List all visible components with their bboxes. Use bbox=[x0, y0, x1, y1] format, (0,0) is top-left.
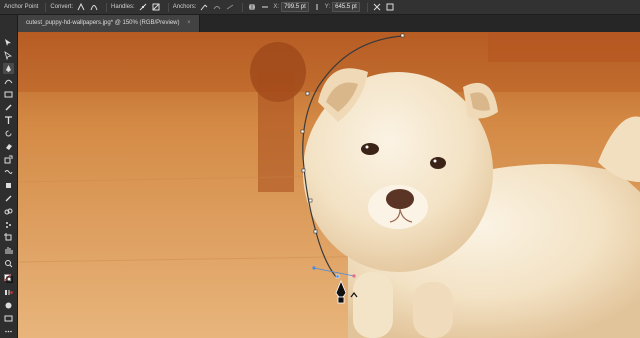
symbol-sprayer-tool-icon[interactable] bbox=[3, 219, 14, 230]
align-icon[interactable] bbox=[247, 2, 257, 12]
handles-label: Handles: bbox=[111, 4, 135, 10]
smooth-point-icon[interactable] bbox=[89, 2, 99, 12]
curvature-tool-icon[interactable] bbox=[3, 76, 14, 87]
eraser-tool-icon[interactable] bbox=[3, 141, 14, 152]
scale-tool-icon[interactable] bbox=[3, 154, 14, 165]
tab-close-icon[interactable]: × bbox=[187, 20, 191, 26]
selection-tool-icon[interactable] bbox=[3, 37, 14, 48]
hide-handles-icon[interactable] bbox=[151, 2, 161, 12]
draw-mode-icon[interactable] bbox=[3, 300, 14, 311]
connect-anchor-icon[interactable] bbox=[212, 2, 222, 12]
anchor-point[interactable] bbox=[305, 91, 310, 96]
screen-mode-icon[interactable] bbox=[3, 313, 14, 324]
anchor-point-active[interactable] bbox=[335, 274, 340, 279]
anchor-point[interactable] bbox=[301, 168, 306, 173]
free-transform-tool-icon[interactable] bbox=[3, 180, 14, 191]
rectangle-tool-icon[interactable] bbox=[3, 89, 14, 100]
isolate-icon[interactable] bbox=[385, 2, 395, 12]
artboard-tool-icon[interactable] bbox=[3, 232, 14, 243]
anchor-point[interactable] bbox=[400, 33, 405, 38]
separator bbox=[106, 2, 108, 12]
control-bar: Anchor Point Convert: Handles: Anchors: … bbox=[0, 0, 640, 15]
transform-icon[interactable] bbox=[372, 2, 382, 12]
separator bbox=[167, 2, 169, 12]
separator bbox=[242, 2, 244, 12]
fill-stroke-swatch-icon[interactable] bbox=[3, 273, 14, 284]
handle-point[interactable] bbox=[312, 266, 316, 270]
handle-point[interactable] bbox=[352, 274, 356, 278]
width-icon bbox=[260, 2, 270, 12]
blend-tool-icon[interactable] bbox=[3, 206, 14, 217]
color-mode-icon[interactable] bbox=[3, 287, 14, 298]
separator bbox=[366, 2, 368, 12]
anchor-point[interactable] bbox=[300, 129, 305, 134]
eyedropper-tool-icon[interactable] bbox=[3, 193, 14, 204]
document-tab-title: cutest_puppy-hd-wallpapers.jpg* @ 150% (… bbox=[26, 20, 180, 26]
rotate-tool-icon[interactable] bbox=[3, 128, 14, 139]
anchor-point[interactable] bbox=[308, 198, 313, 203]
tools-panel bbox=[0, 15, 18, 338]
pen-tool-icon[interactable] bbox=[3, 63, 14, 74]
corner-point-icon[interactable] bbox=[76, 2, 86, 12]
remove-anchor-icon[interactable] bbox=[199, 2, 209, 12]
anchor-point-label: Anchor Point bbox=[4, 4, 39, 10]
hand-tool-icon[interactable] bbox=[3, 245, 14, 256]
y-field[interactable]: 645.5 pt bbox=[332, 2, 360, 12]
separator bbox=[45, 2, 47, 12]
warp-tool-icon[interactable] bbox=[3, 167, 14, 178]
type-tool-icon[interactable] bbox=[3, 115, 14, 126]
cut-path-icon[interactable] bbox=[225, 2, 235, 12]
anchors-label: Anchors: bbox=[172, 4, 197, 10]
height-icon bbox=[312, 2, 322, 12]
document-tab-bar: cutest_puppy-hd-wallpapers.jpg* @ 150% (… bbox=[18, 15, 640, 32]
anchor-point[interactable] bbox=[313, 229, 318, 234]
y-label: Y: bbox=[324, 4, 331, 10]
direct-selection-tool-icon[interactable] bbox=[3, 50, 14, 61]
show-handles-icon[interactable] bbox=[138, 2, 148, 12]
document-tab[interactable]: cutest_puppy-hd-wallpapers.jpg* @ 150% (… bbox=[18, 15, 200, 32]
puppy-photo bbox=[18, 32, 640, 338]
paintbrush-tool-icon[interactable] bbox=[3, 102, 14, 113]
x-label: X: bbox=[273, 4, 280, 10]
more-tools-icon[interactable] bbox=[3, 326, 14, 337]
x-field[interactable]: 799.5 pt bbox=[281, 2, 309, 12]
zoom-tool-icon[interactable] bbox=[3, 258, 14, 269]
document-canvas[interactable] bbox=[18, 32, 640, 338]
convert-label: Convert: bbox=[50, 4, 74, 10]
